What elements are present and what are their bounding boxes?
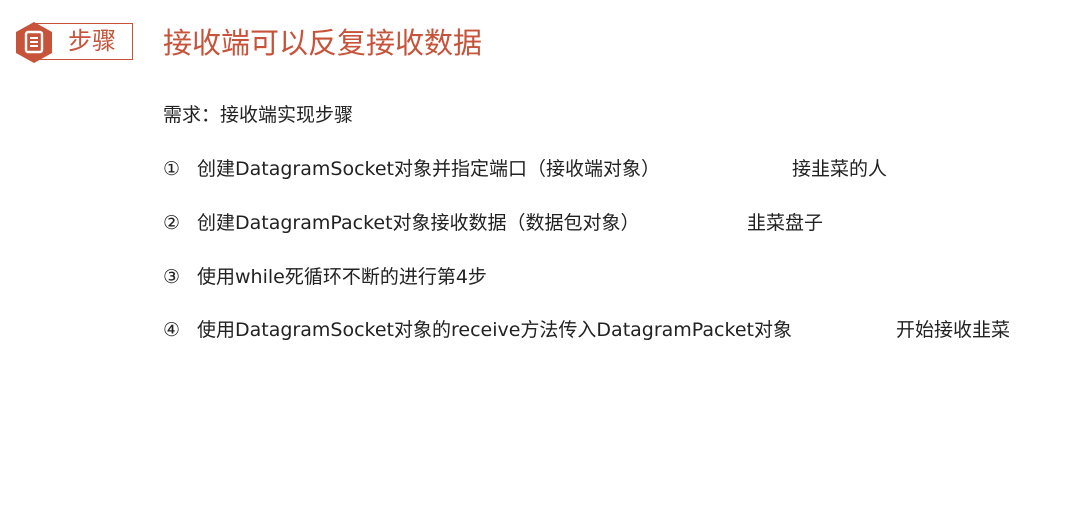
page-title: 接收端可以反复接收数据 [163, 26, 483, 60]
step-number: ④ [163, 319, 181, 341]
step-1: ① 创建DatagramSocket对象并指定端口（接收端对象） [163, 156, 660, 182]
step-4-note: 开始接收韭菜 [896, 319, 1011, 341]
step-text: 创建DatagramPacket对象接收数据（数据包对象） [197, 212, 640, 234]
step-text: 使用DatagramSocket对象的receive方法传入DatagramPa… [197, 319, 792, 341]
section-badge: 步骤 [14, 21, 136, 64]
step-2: ② 创建DatagramPacket对象接收数据（数据包对象） [163, 210, 640, 236]
requirement-text: 需求：接收端实现步骤 [163, 104, 354, 126]
document-icon [16, 22, 52, 63]
badge-label: 步骤 [68, 27, 116, 55]
step-4: ④ 使用DatagramSocket对象的receive方法传入DatagramP… [163, 317, 792, 343]
step-number: ② [163, 212, 181, 234]
step-number: ① [163, 158, 181, 180]
step-3: ③ 使用while死循环不断的进行第4步 [163, 264, 487, 290]
step-1-note: 接韭菜的人 [792, 158, 888, 180]
step-2-note: 韭菜盘子 [747, 212, 824, 234]
step-text: 创建DatagramSocket对象并指定端口（接收端对象） [197, 158, 660, 180]
step-number: ③ [163, 266, 181, 288]
step-text: 使用while死循环不断的进行第4步 [197, 266, 487, 288]
